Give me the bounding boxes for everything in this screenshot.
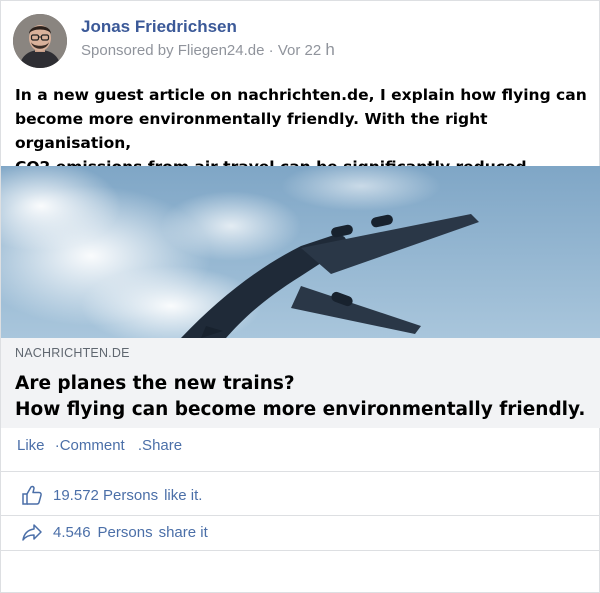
post-time[interactable]: Vor 22 xyxy=(278,42,321,59)
meta-separator: · xyxy=(268,42,274,59)
post-text-line: become more environmentally friendly. Wi… xyxy=(15,110,488,152)
shares-count: 4.546 xyxy=(53,523,91,541)
like-button[interactable]: Like xyxy=(17,437,45,454)
link-title-line: Are planes the new trains? xyxy=(15,373,295,394)
post-text: In a new guest article on nachrichten.de… xyxy=(15,83,595,179)
likes-count: 19.572 Persons xyxy=(53,486,159,504)
share-button[interactable]: .Share xyxy=(138,437,182,454)
share-arrow-icon xyxy=(21,521,43,543)
post-text-line: In a new guest article on nachrichten.de… xyxy=(15,86,587,104)
post-meta: Sponsored by Fliegen24.de · Vor 22 h xyxy=(81,40,335,60)
link-preview[interactable]: NACHRICHTEN.DE Are planes the new trains… xyxy=(1,338,600,428)
thumbs-up-icon xyxy=(21,484,43,506)
link-image[interactable] xyxy=(1,166,600,338)
shares-persons: Persons xyxy=(97,523,153,541)
likes-text: like it. xyxy=(164,486,203,504)
likes-summary[interactable]: 19.572 Persons like it. xyxy=(21,484,202,506)
divider xyxy=(1,550,600,551)
sponsored-label[interactable]: Sponsored by Fliegen24.de xyxy=(81,42,264,59)
action-bar: Like ·Comment .Share xyxy=(17,437,182,454)
link-domain: NACHRICHTEN.DE xyxy=(15,346,130,360)
divider xyxy=(1,515,600,516)
post-card: Jonas Friedrichsen Sponsored by Fliegen2… xyxy=(0,0,600,593)
comment-button[interactable]: ·Comment xyxy=(55,437,125,454)
post-time-unit: h xyxy=(325,40,335,59)
link-title[interactable]: Are planes the new trains? How flying ca… xyxy=(15,371,585,423)
link-title-line: How flying can become more environmental… xyxy=(15,399,586,420)
avatar[interactable] xyxy=(13,14,67,68)
author-name[interactable]: Jonas Friedrichsen xyxy=(81,17,237,37)
shares-summary[interactable]: 4.546 Persons share it xyxy=(21,521,208,543)
shares-text: share it xyxy=(158,523,208,541)
divider xyxy=(1,471,600,472)
